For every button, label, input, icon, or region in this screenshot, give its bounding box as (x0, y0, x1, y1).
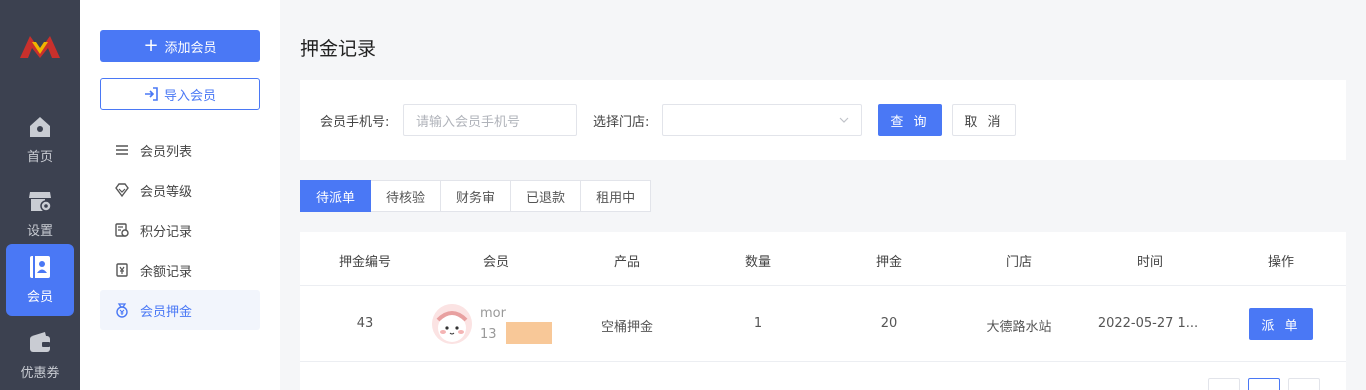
avatar-image (432, 304, 472, 344)
store-filter-label: 选择门店: (593, 115, 650, 130)
rail-item-label: 首页 (26, 150, 53, 165)
yen-doc-icon (116, 263, 128, 277)
pager-next-button[interactable] (1288, 378, 1320, 390)
query-button[interactable]: 查 询 (878, 104, 942, 136)
store-name: 大德路水站 (986, 320, 1052, 335)
column-header: 时间 (1136, 255, 1164, 270)
pager-prev-button[interactable] (1208, 378, 1240, 390)
avatar (432, 304, 472, 344)
submenu-item-label: 余额记录 (140, 264, 193, 280)
plus-icon: + (143, 35, 159, 56)
table-row[interactable]: 43 mor 13 空桶押金 1 20 大德路水站 2022-05-27 1..… (300, 286, 1346, 362)
submenu-item-member-list[interactable]: 会员列表 (100, 130, 260, 170)
rail-item-home[interactable]: 首页 (6, 104, 74, 176)
rail-item-settings[interactable]: 设置 (6, 178, 74, 250)
column-header: 押金编号 (338, 255, 392, 270)
store-settings-icon (29, 192, 52, 212)
deposit-amount: 20 (880, 316, 898, 331)
tab-pending-dispatch[interactable]: 待派单 (300, 180, 372, 212)
phone-search-input[interactable]: 请输入会员手机号 (403, 104, 577, 136)
import-icon (144, 87, 158, 101)
wallet-icon (30, 332, 50, 352)
tab-pending-verify[interactable]: 待核验 (371, 180, 442, 212)
tab-refunded[interactable]: 已退款 (511, 180, 582, 212)
column-header: 产品 (613, 255, 641, 270)
column-header: 操作 (1267, 255, 1295, 270)
dispatch-button[interactable]: 派 单 (1249, 308, 1313, 340)
store-select[interactable] (662, 104, 862, 136)
table-header: 押金编号 会员 产品 数量 押金 门店 时间 操作 (300, 232, 1346, 286)
deposit-table: 押金编号 会员 产品 数量 押金 门店 时间 操作 43 mor 13 空桶押金… (300, 232, 1346, 390)
submenu-item-balance-record[interactable]: 余额记录 (100, 250, 260, 290)
quantity: 1 (753, 316, 763, 331)
phone-filter-label: 会员手机号: (320, 115, 390, 130)
deposit-bag-icon (116, 303, 128, 318)
submenu-item-label: 会员等级 (140, 184, 193, 200)
page-title: 押金记录 (300, 38, 377, 60)
phone-search-placeholder: 请输入会员手机号 (416, 114, 521, 130)
privacy-mask (506, 322, 552, 344)
filter-panel: 会员手机号: 请输入会员手机号 选择门店: 查 询 取 消 (300, 80, 1346, 160)
submenu-item-member-level[interactable]: 会员等级 (100, 170, 260, 210)
brand-logo (20, 36, 60, 58)
main-nav-rail: 首页 设置 会员 优惠券 (0, 0, 80, 390)
import-member-button[interactable]: 导入会员 (100, 78, 260, 110)
deposit-id: 43 (356, 316, 374, 331)
pager-page-button[interactable] (1248, 378, 1280, 390)
home-icon (30, 117, 50, 137)
add-member-label: 添加会员 (164, 40, 217, 56)
column-header: 门店 (1005, 255, 1033, 270)
chevron-down-icon (839, 117, 849, 123)
column-header: 数量 (744, 255, 772, 270)
cancel-button[interactable]: 取 消 (952, 104, 1016, 136)
submenu-item-member-deposit[interactable]: 会员押金 (100, 290, 260, 330)
import-member-label: 导入会员 (163, 88, 216, 104)
member-submenu: + 添加会员 导入会员 会员列表 会员等级 积分记录 余额记录 会员押金 (80, 0, 280, 390)
rail-item-label: 设置 (26, 224, 53, 239)
member-card-icon (30, 256, 50, 278)
rail-item-label: 优惠券 (20, 366, 60, 381)
rail-item-label: 会员 (26, 290, 53, 305)
column-header: 押金 (875, 255, 903, 270)
points-doc-icon (115, 223, 129, 237)
list-icon (116, 145, 128, 155)
submenu-item-label: 积分记录 (140, 224, 193, 240)
main-content: 押金记录 会员手机号: 请输入会员手机号 选择门店: 查 询 取 消 待派单 待… (280, 0, 1366, 390)
diamond-icon (115, 183, 129, 198)
rail-item-coupon[interactable]: 优惠券 (6, 320, 74, 390)
member-phone: 13 (480, 327, 497, 342)
column-header: 会员 (482, 255, 510, 270)
status-tabs: 待派单 待核验 财务审 已退款 租用中 (300, 180, 652, 212)
submenu-item-label: 会员列表 (140, 144, 193, 160)
tab-finance-review[interactable]: 财务审 (441, 180, 512, 212)
submenu-item-points-record[interactable]: 积分记录 (100, 210, 260, 250)
add-member-button[interactable]: + 添加会员 (100, 30, 260, 62)
rail-item-member[interactable]: 会员 (6, 244, 74, 316)
product-name: 空桶押金 (600, 320, 654, 335)
submenu-item-label: 会员押金 (140, 304, 193, 320)
member-name: mor (480, 306, 506, 321)
record-time: 2022-05-27 1... (1097, 316, 1199, 331)
tab-renting[interactable]: 租用中 (581, 180, 652, 212)
